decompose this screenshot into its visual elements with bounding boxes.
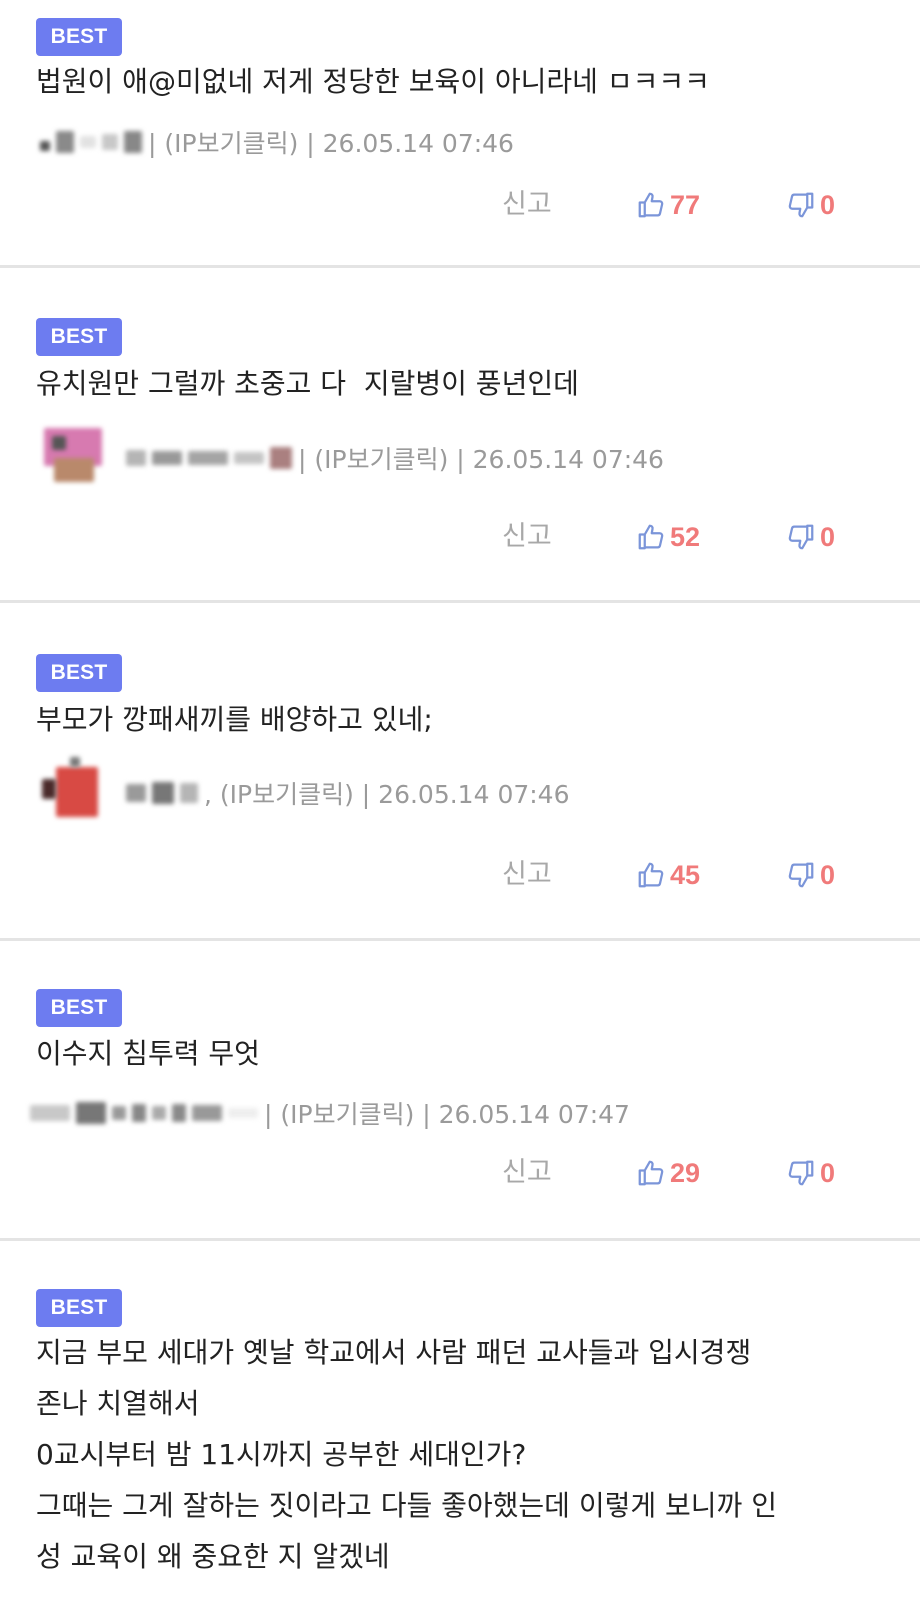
like-button[interactable]: 77 [636,180,700,230]
dislike-count: 0 [820,189,836,220]
best-badge: BEST [36,1289,122,1327]
comment-actions: 신고 77 0 [0,180,920,230]
thumbs-up-icon [638,862,664,888]
comment-item: BEST 지금 부모 세대가 옛날 학교에서 사람 패던 교사들과 입시경쟁 존… [0,1241,920,1608]
dislike-count: 0 [820,1157,836,1188]
comment-text: 부모가 깡패새끼를 배양하고 있네; [36,703,433,736]
thumbs-down-icon [788,1160,814,1186]
comment-meta: | (IP보기클릭) | 26.05.14 07:46 [40,428,664,488]
blurred-username [30,1102,258,1124]
report-button[interactable]: 신고 [502,1148,552,1198]
comment-actions: 신고 29 0 [0,1148,920,1198]
report-button[interactable]: 신고 [502,180,552,230]
dislike-button[interactable]: 0 [786,850,835,900]
comment-item: BEST 이수지 침투력 무엇 | (IP보기클릭) | 26.05.14 07… [0,941,920,1241]
like-button[interactable]: 52 [636,512,700,562]
like-button[interactable]: 29 [636,1148,700,1198]
comment-text: 유치원만 그럴까 초중고 다 지랄병이 풍년인데 [36,367,579,400]
thumbs-down-icon [788,192,814,218]
comment-item: BEST 부모가 깡패새끼를 배양하고 있네; , (IP보기클릭) | 26.… [0,603,920,941]
report-button[interactable]: 신고 [502,512,552,562]
like-count: 45 [670,859,701,890]
ip-timestamp[interactable]: , (IP보기클릭) | 26.05.14 07:46 [204,775,570,811]
comment-text: 지금 부모 세대가 옛날 학교에서 사람 패던 교사들과 입시경쟁 존나 치열해… [36,1336,777,1573]
blurred-username [40,131,142,153]
dislike-button[interactable]: 0 [786,1148,835,1198]
comment-meta: , (IP보기클릭) | 26.05.14 07:46 [40,757,570,823]
comment-item: BEST 유치원만 그럴까 초중고 다 지랄병이 풍년인데 | (IP보기클릭)… [0,268,920,603]
ip-timestamp[interactable]: | (IP보기클릭) | 26.05.14 07:46 [298,440,664,476]
dislike-count: 0 [820,521,836,552]
thumbs-up-icon [638,192,664,218]
best-badge: BEST [36,18,122,56]
best-badge: BEST [36,318,122,356]
avatar [40,757,112,829]
comment-actions: 신고 52 0 [0,512,920,562]
blurred-username [126,447,292,469]
comment-meta: | (IP보기클릭) | 26.05.14 07:47 [30,1083,630,1143]
best-badge: BEST [36,989,122,1027]
dislike-count: 0 [820,859,836,890]
blurred-username [126,782,198,804]
ip-timestamp[interactable]: | (IP보기클릭) | 26.05.14 07:47 [264,1095,630,1131]
dislike-button[interactable]: 0 [786,180,835,230]
report-button[interactable]: 신고 [502,850,552,900]
comment-text: 이수지 침투력 무엇 [36,1037,260,1070]
avatar [40,422,112,494]
thumbs-up-icon [638,524,664,550]
thumbs-down-icon [788,524,814,550]
like-button[interactable]: 45 [636,850,700,900]
like-count: 52 [670,521,701,552]
like-count: 29 [670,1157,701,1188]
thumbs-up-icon [638,1160,664,1186]
comment-item: BEST 법원이 애@미없네 저게 정당한 보육이 아니라네 ㅁㅋㅋㅋ | (I… [0,0,920,268]
thumbs-down-icon [788,862,814,888]
comment-actions: 신고 45 0 [0,850,920,900]
ip-timestamp[interactable]: | (IP보기클릭) | 26.05.14 07:46 [148,124,514,160]
comment-meta: | (IP보기클릭) | 26.05.14 07:46 [40,112,514,172]
dislike-button[interactable]: 0 [786,512,835,562]
like-count: 77 [670,189,701,220]
best-badge: BEST [36,654,122,692]
comment-text: 법원이 애@미없네 저게 정당한 보육이 아니라네 ㅁㅋㅋㅋ [36,65,710,98]
